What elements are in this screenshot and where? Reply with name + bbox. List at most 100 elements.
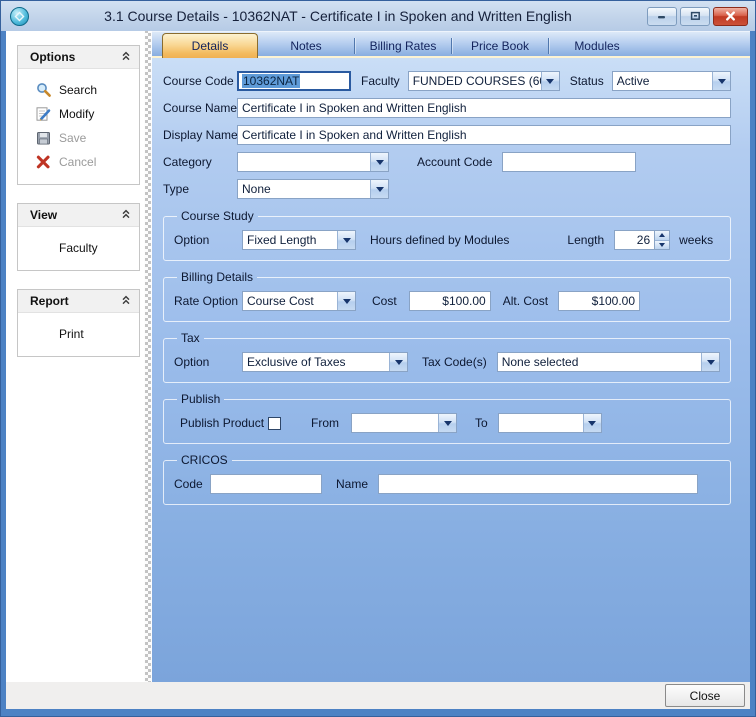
- length-value[interactable]: 26: [614, 230, 654, 250]
- tab-price-book[interactable]: Price Book: [452, 36, 548, 56]
- tax-codes-dropdown[interactable]: None selected: [497, 352, 720, 372]
- save-icon: [35, 130, 52, 146]
- report-panel-title: Report: [30, 294, 69, 308]
- course-details-window: 3.1 Course Details - 10362NAT - Certific…: [0, 0, 756, 717]
- chevron-down-icon: [438, 414, 456, 432]
- footer-bar: Close: [6, 682, 750, 709]
- collapse-chevron-icon[interactable]: [121, 292, 131, 310]
- account-code-input[interactable]: [502, 152, 636, 172]
- options-panel-header: Options: [18, 46, 139, 69]
- blank-icon-slot: [35, 240, 52, 256]
- hours-note: Hours defined by Modules: [370, 233, 509, 247]
- publish-from-label: From: [311, 416, 339, 430]
- alt-cost-input[interactable]: $100.00: [558, 291, 640, 311]
- publish-group: Publish Publish Product From To: [163, 392, 731, 444]
- rate-option-label: Rate Option: [174, 294, 242, 308]
- publish-legend: Publish: [177, 392, 224, 406]
- view-panel-title: View: [30, 208, 57, 222]
- publish-to-dropdown[interactable]: [498, 413, 602, 433]
- cricos-code-label: Code: [174, 477, 210, 491]
- options-panel: Options Search: [17, 45, 140, 185]
- chevron-down-icon: [370, 180, 388, 198]
- display-name-label: Display Name: [163, 128, 237, 142]
- category-label: Category: [163, 155, 237, 169]
- sidebar-item-search[interactable]: Search: [18, 78, 139, 102]
- chevron-down-icon: [541, 72, 559, 90]
- sidebar-item-modify[interactable]: Modify: [18, 102, 139, 126]
- cricos-group: CRICOS Code Name: [163, 453, 731, 505]
- status-label: Status: [570, 74, 604, 88]
- course-study-group: Course Study Option Fixed Length Hours d…: [163, 209, 731, 261]
- tax-option-label: Option: [174, 355, 242, 369]
- tax-codes-label: Tax Code(s): [422, 355, 487, 369]
- window-frame: Options Search: [1, 31, 755, 716]
- status-dropdown[interactable]: Active: [612, 71, 731, 91]
- billing-details-legend: Billing Details: [177, 270, 257, 284]
- account-code-label: Account Code: [417, 155, 492, 169]
- search-icon: [35, 82, 52, 98]
- cricos-code-input[interactable]: [210, 474, 322, 494]
- course-code-input[interactable]: 10362NAT: [237, 71, 351, 91]
- main-panel: Details Notes Billing Rates Price Book M…: [152, 31, 750, 682]
- report-panel-header: Report: [18, 290, 139, 313]
- maximize-button[interactable]: [680, 7, 710, 26]
- collapse-chevron-icon[interactable]: [121, 206, 131, 224]
- options-panel-title: Options: [30, 50, 75, 64]
- course-study-option-dropdown[interactable]: Fixed Length: [242, 230, 356, 250]
- close-button[interactable]: Close: [665, 684, 745, 707]
- tab-details[interactable]: Details: [162, 33, 258, 58]
- type-dropdown[interactable]: None: [237, 179, 389, 199]
- chevron-down-icon: [337, 231, 355, 249]
- tax-group: Tax Option Exclusive of Taxes Tax Code(s…: [163, 331, 731, 383]
- billing-details-group: Billing Details Rate Option Course Cost …: [163, 270, 731, 322]
- tab-notes[interactable]: Notes: [258, 36, 354, 56]
- details-tab-content: Course Code 10362NAT Faculty FUNDED COUR…: [152, 58, 750, 682]
- publish-to-label: To: [475, 416, 488, 430]
- course-code-label: Course Code: [163, 74, 237, 88]
- close-window-button[interactable]: [713, 7, 748, 26]
- spin-up-icon[interactable]: [655, 231, 669, 240]
- chevron-down-icon: [370, 153, 388, 171]
- cost-input[interactable]: $100.00: [409, 291, 491, 311]
- sidebar-item-label: Print: [59, 327, 84, 341]
- cricos-name-input[interactable]: [378, 474, 698, 494]
- chevron-down-icon: [712, 72, 730, 90]
- course-study-legend: Course Study: [177, 209, 258, 223]
- window-controls: [647, 7, 748, 26]
- modify-icon: [35, 106, 52, 122]
- sidebar-item-cancel[interactable]: Cancel: [18, 150, 139, 174]
- chevron-down-icon: [701, 353, 719, 371]
- course-name-input[interactable]: Certificate I in Spoken and Written Engl…: [237, 98, 731, 118]
- length-stepper[interactable]: 26: [614, 230, 670, 250]
- sidebar-item-save[interactable]: Save: [18, 126, 139, 150]
- tab-billing-rates[interactable]: Billing Rates: [355, 36, 451, 56]
- report-panel: Report Print: [17, 289, 140, 357]
- publish-from-dropdown[interactable]: [351, 413, 457, 433]
- cancel-icon: [35, 154, 52, 170]
- sidebar-splitter[interactable]: [144, 31, 152, 682]
- display-name-input[interactable]: Certificate I in Spoken and Written Engl…: [237, 125, 731, 145]
- category-dropdown[interactable]: [237, 152, 389, 172]
- spin-down-icon[interactable]: [655, 240, 669, 250]
- faculty-label: Faculty: [361, 74, 400, 88]
- view-panel: View Faculty: [17, 203, 140, 271]
- cricos-name-label: Name: [336, 477, 368, 491]
- collapse-chevron-icon[interactable]: [121, 48, 131, 66]
- rate-option-dropdown[interactable]: Course Cost: [242, 291, 356, 311]
- length-unit-label: weeks: [679, 233, 713, 247]
- tab-modules[interactable]: Modules: [549, 36, 645, 56]
- publish-product-checkbox[interactable]: [268, 417, 281, 430]
- window-title: 3.1 Course Details - 10362NAT - Certific…: [29, 8, 647, 24]
- minimize-button[interactable]: [647, 7, 677, 26]
- chevron-down-icon: [337, 292, 355, 310]
- sidebar-item-print[interactable]: Print: [18, 322, 139, 346]
- sidebar-item-faculty[interactable]: Faculty: [18, 236, 139, 260]
- course-code-value: 10362NAT: [242, 74, 300, 88]
- sidebar-item-label: Modify: [59, 107, 94, 121]
- tabstrip: Details Notes Billing Rates Price Book M…: [152, 31, 750, 58]
- tax-option-dropdown[interactable]: Exclusive of Taxes: [242, 352, 408, 372]
- sidebar-item-label: Save: [59, 131, 86, 145]
- sidebar-item-label: Search: [59, 83, 97, 97]
- type-label: Type: [163, 182, 237, 196]
- faculty-dropdown[interactable]: FUNDED COURSES (6003): [408, 71, 560, 91]
